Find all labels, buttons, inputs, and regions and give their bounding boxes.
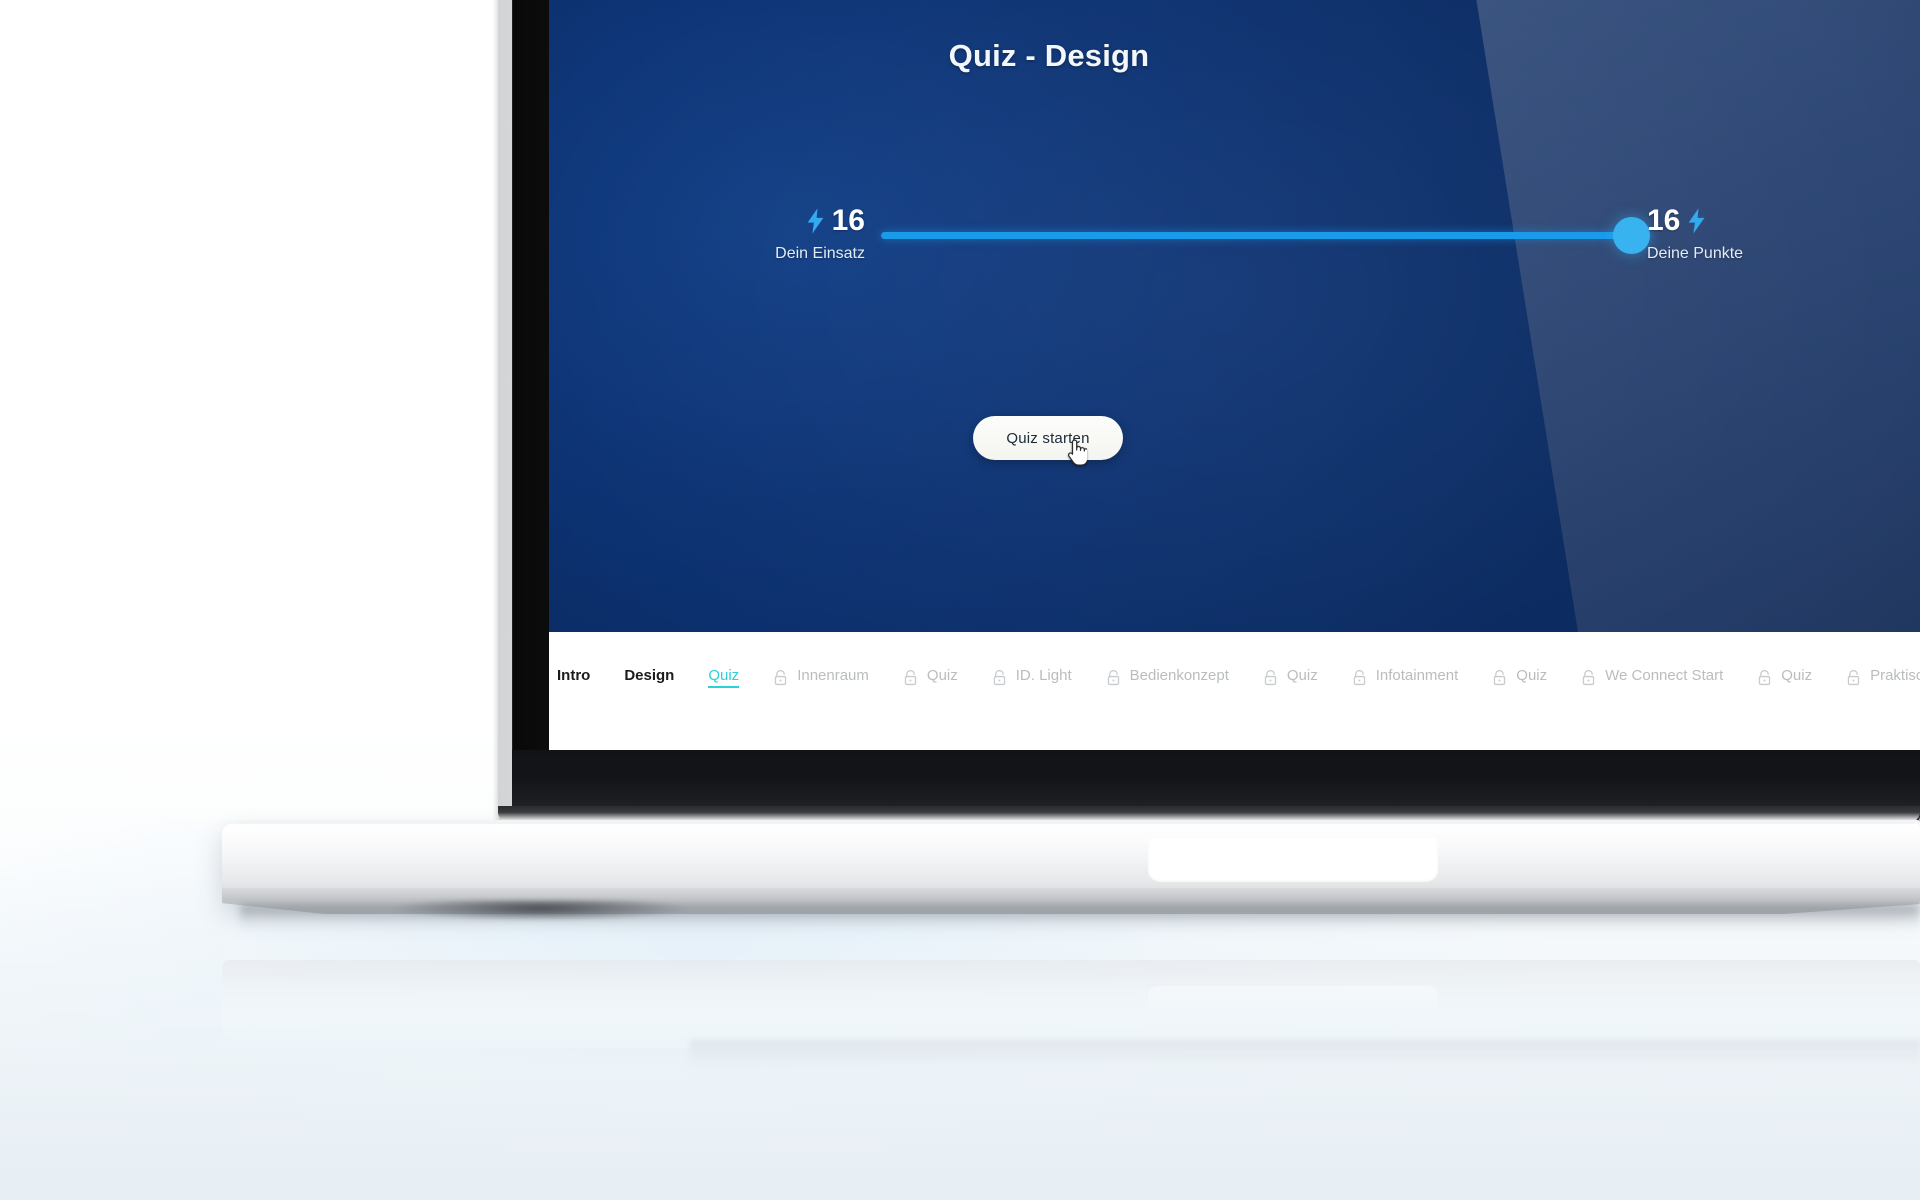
nav-item-intro-0[interactable]: Intro [557,668,590,687]
lock-icon [1492,669,1507,686]
app-content: Quiz - Design 16 Dein Einsatz 16 Deine P… [549,0,1920,632]
lightning-bolt-icon [1687,208,1706,234]
lock-icon [903,669,918,686]
start-quiz-button[interactable]: Quiz starten [973,416,1123,460]
stake-block: 16 Dein Einsatz [745,206,865,263]
laptop-contact-shadow [240,905,1920,931]
points-value-row: 16 [1647,206,1807,236]
nav-item-label: Intro [557,667,591,684]
nav-item-label: ID. Light [1015,667,1072,684]
stake-value-row: 16 [745,206,865,236]
scene: Quiz - Design 16 Dein Einsatz 16 Deine P… [0,0,1920,1200]
points-block: 16 Deine Punkte [1647,206,1807,263]
lock-icon [1106,669,1121,686]
lightning-bolt-icon [806,208,825,234]
points-value: 16 [1647,204,1681,237]
score-slider-track[interactable] [881,232,1649,239]
nav-item-design-1[interactable]: Design [624,668,674,687]
lock-icon [1757,669,1772,686]
score-slider-knob[interactable] [1613,217,1650,254]
lock-icon [1581,669,1596,686]
nav-item-quiz-11[interactable]: Quiz [1757,668,1812,687]
bottom-navigation-bar: Intro Design Quiz Innenraum Quiz ID. Light Bed… [549,632,1920,750]
nav-item-we-connect-start-10[interactable]: We Connect Start [1581,668,1723,687]
trackpad-notch [1148,838,1438,882]
laptop-screen: Quiz - Design 16 Dein Einsatz 16 Deine P… [549,0,1920,750]
lock-icon [1352,669,1367,686]
nav-item-quiz-2[interactable]: Quiz [708,668,739,687]
stake-value: 16 [831,204,865,237]
nav-item-infotainment-8[interactable]: Infotainment [1352,667,1459,687]
lock-icon [992,669,1007,686]
nav-item-label: Quiz [708,668,739,687]
nav-item-label: Design [624,667,675,684]
page-title: Quiz - Design [948,38,1150,73]
score-slider-row: 16 Dein Einsatz 16 Deine Punkte [745,206,1775,282]
nav-item-label: Quiz [1516,667,1548,684]
nav-item-label: Praktisc [1870,667,1920,684]
lock-icon [1263,669,1278,686]
points-label: Deine Punkte [1647,245,1744,262]
nav-item-praktisc-12[interactable]: Praktisc [1846,668,1920,687]
nav-item-label: Innenraum [797,667,869,684]
nav-item-quiz-9[interactable]: Quiz [1492,668,1547,687]
nav-item-innenraum-3[interactable]: Innenraum [773,668,869,687]
lock-icon [1846,669,1861,686]
nav-item-label: We Connect Start [1605,667,1724,684]
nav-item-label: Infotainment [1375,667,1459,684]
nav-item-id-light-5[interactable]: ID. Light [992,668,1072,687]
lock-icon [773,669,788,686]
nav-item-bedienkonzept-6[interactable]: Bedienkonzept [1106,668,1229,687]
nav-item-label: Bedienkonzept [1129,667,1229,684]
stake-label: Dein Einsatz [775,245,865,262]
nav-item-label: Quiz [1781,667,1813,684]
nav-items-list: Intro Design Quiz Innenraum Quiz ID. Light Bed… [557,668,1920,687]
nav-item-label: Quiz [926,667,958,684]
laptop-device: Quiz - Design 16 Dein Einsatz 16 Deine P… [0,0,1920,1060]
nav-item-quiz-7[interactable]: Quiz [1263,668,1318,687]
nav-item-label: Quiz [1286,667,1318,684]
nav-item-quiz-4[interactable]: Quiz [903,668,958,687]
